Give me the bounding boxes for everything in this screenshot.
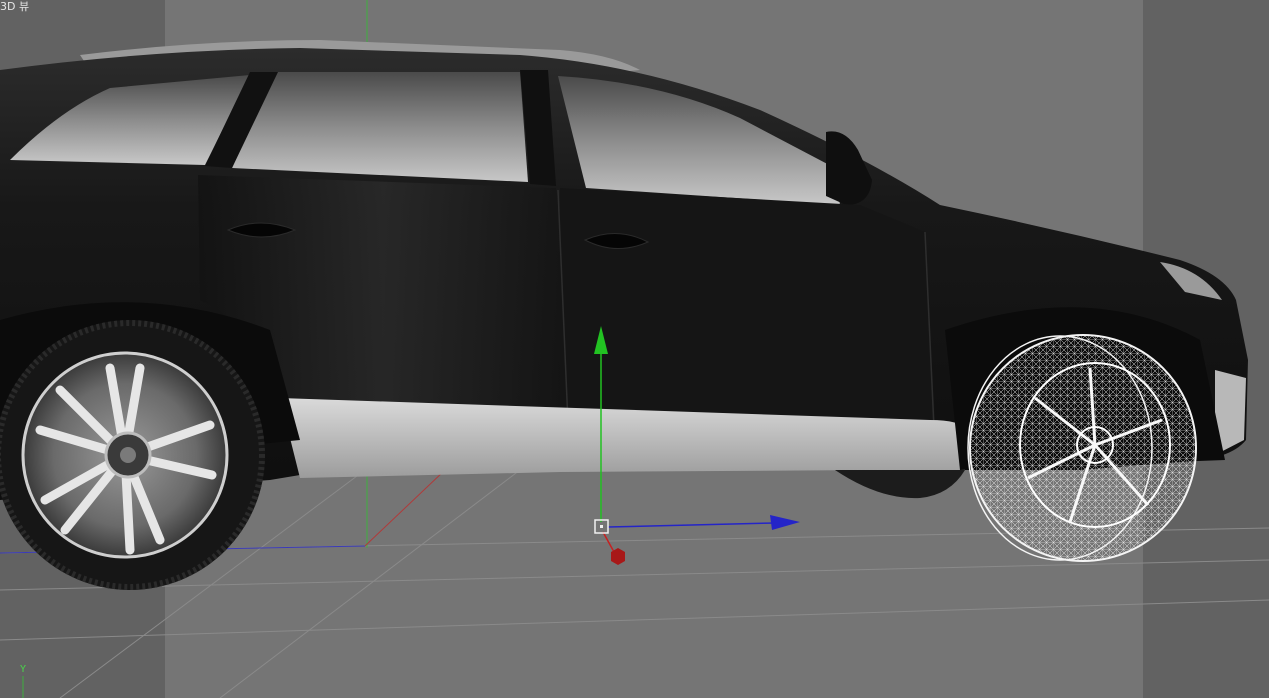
scene-canvas[interactable]: [0, 0, 1269, 698]
side-mirror: [826, 131, 872, 205]
rear-wheel[interactable]: [0, 320, 265, 590]
axis-y-label: Y: [20, 664, 27, 675]
z-axis-arrow-icon[interactable]: [770, 515, 800, 530]
viewport-label: 3D 뷰: [0, 0, 30, 13]
z-axis-handle[interactable]: [607, 522, 776, 528]
3d-viewport[interactable]: 3D 뷰 Y: [0, 0, 1269, 698]
rear-door-window: [232, 72, 528, 182]
